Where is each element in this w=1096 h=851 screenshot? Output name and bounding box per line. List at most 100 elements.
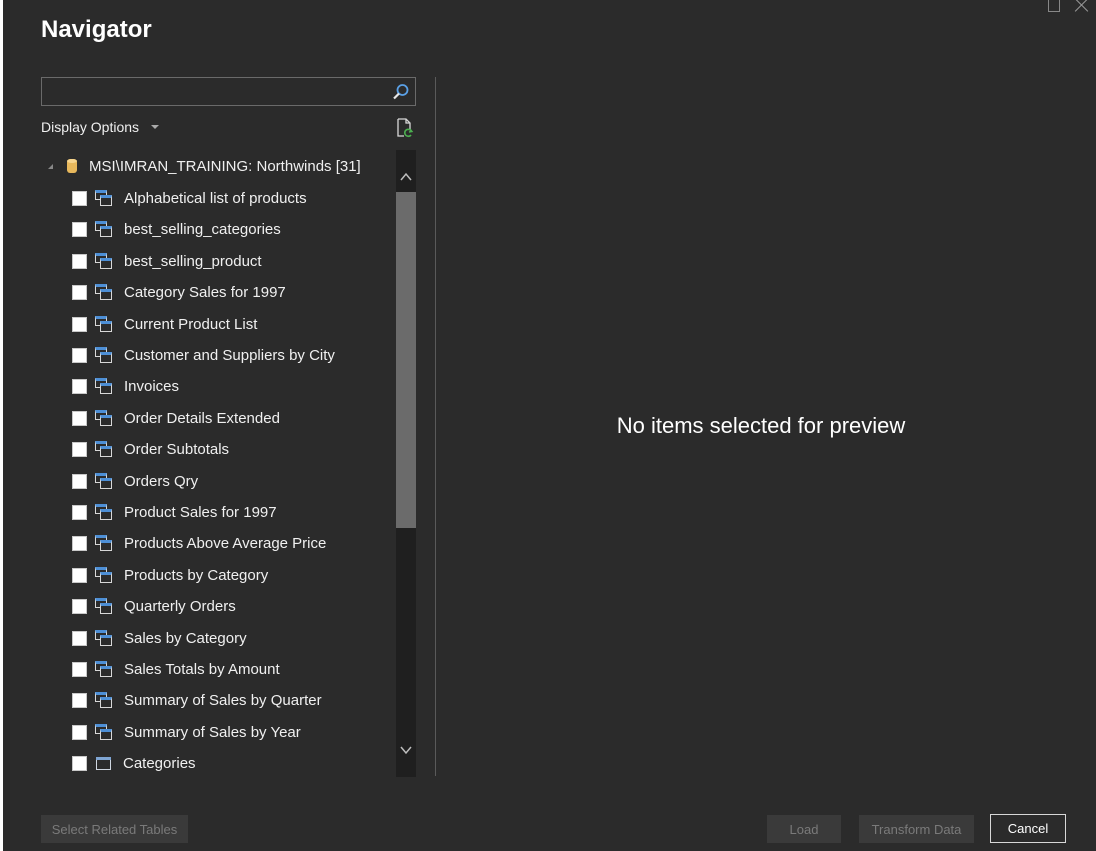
- scroll-up-icon[interactable]: [400, 172, 412, 182]
- window-edge: [0, 0, 3, 851]
- tree-item-label: Categories: [123, 754, 196, 772]
- view-icon: [95, 724, 112, 740]
- table-icon: [96, 756, 111, 770]
- view-icon: [95, 535, 112, 551]
- search-box[interactable]: [41, 77, 416, 106]
- maximize-button[interactable]: [1040, 0, 1068, 14]
- tree-scrollbar[interactable]: [396, 150, 416, 777]
- tree-item-label: best_selling_product: [124, 252, 262, 270]
- close-button[interactable]: [1068, 0, 1096, 14]
- view-icon: [95, 630, 112, 646]
- chevron-down-icon: [151, 125, 160, 129]
- dialog-title: Navigator: [41, 16, 152, 43]
- item-checkbox[interactable]: [72, 410, 87, 426]
- preview-empty-message: No items selected for preview: [616, 413, 906, 438]
- scrollbar-thumb[interactable]: [396, 192, 416, 528]
- item-checkbox[interactable]: [72, 221, 87, 237]
- database-icon: [67, 159, 77, 173]
- item-checkbox[interactable]: [72, 630, 87, 646]
- tree-item[interactable]: Summary of Sales by Year: [72, 720, 301, 744]
- item-checkbox[interactable]: [72, 535, 87, 551]
- tree-item[interactable]: Customer and Suppliers by City: [72, 343, 335, 367]
- view-icon: [95, 378, 112, 394]
- tree-item-label: Sales Totals by Amount: [124, 660, 280, 678]
- tree-item-label: best_selling_categories: [124, 220, 281, 238]
- cancel-button[interactable]: Cancel: [990, 814, 1066, 843]
- window-controls: [1040, 0, 1096, 14]
- item-checkbox[interactable]: [72, 504, 87, 520]
- tree-item-label: Product Sales for 1997: [124, 503, 277, 521]
- tree-item-label: Summary of Sales by Year: [124, 723, 301, 741]
- tree-item[interactable]: Sales Totals by Amount: [72, 657, 280, 681]
- view-icon: [95, 190, 112, 206]
- load-button[interactable]: Load: [767, 815, 841, 843]
- transform-data-button[interactable]: Transform Data: [859, 815, 974, 843]
- item-checkbox[interactable]: [72, 661, 87, 677]
- tree-item-label: Alphabetical list of products: [124, 189, 307, 207]
- tree-item[interactable]: best_selling_categories: [72, 217, 281, 241]
- tree-item[interactable]: best_selling_product: [72, 249, 262, 273]
- item-checkbox[interactable]: [72, 473, 87, 489]
- item-checkbox[interactable]: [72, 253, 87, 269]
- tree-item-label: Customer and Suppliers by City: [124, 346, 335, 364]
- search-icon[interactable]: [392, 83, 410, 101]
- tree-item[interactable]: Alphabetical list of products: [72, 186, 307, 210]
- view-icon: [95, 661, 112, 677]
- display-options-label: Display Options: [41, 119, 140, 135]
- item-checkbox[interactable]: [72, 567, 87, 583]
- tree-item[interactable]: Categories: [72, 751, 196, 775]
- tree-item[interactable]: Product Sales for 1997: [72, 500, 277, 524]
- navigator-tree: MSI\IMRAN_TRAINING: Northwinds [31] Alph…: [41, 150, 397, 777]
- view-icon: [95, 347, 112, 363]
- tree-item[interactable]: Quarterly Orders: [72, 594, 236, 618]
- tree-item[interactable]: Products by Category: [72, 563, 268, 587]
- view-icon: [95, 598, 112, 614]
- tree-item-label: Orders Qry: [124, 472, 199, 490]
- tree-item-label: Summary of Sales by Quarter: [124, 691, 322, 709]
- pane-divider: [435, 77, 436, 776]
- tree-item-label: Invoices: [124, 377, 180, 395]
- item-checkbox[interactable]: [72, 692, 87, 708]
- scroll-down-icon[interactable]: [400, 745, 412, 755]
- tree-root[interactable]: MSI\IMRAN_TRAINING: Northwinds [31]: [41, 156, 361, 176]
- item-checkbox[interactable]: [72, 755, 87, 771]
- tree-item-label: Category Sales for 1997: [124, 283, 286, 301]
- view-icon: [95, 221, 112, 237]
- view-icon: [95, 692, 112, 708]
- view-icon: [95, 253, 112, 269]
- search-input[interactable]: [42, 78, 382, 105]
- tree-item[interactable]: Products Above Average Price: [72, 531, 326, 555]
- view-icon: [95, 316, 112, 332]
- tree-item-label: Products Above Average Price: [124, 534, 327, 552]
- tree-item[interactable]: Category Sales for 1997: [72, 280, 286, 304]
- maximize-icon: [1048, 0, 1060, 12]
- select-related-tables-button[interactable]: Select Related Tables: [41, 815, 188, 843]
- item-checkbox[interactable]: [72, 378, 87, 394]
- tree-item-label: Products by Category: [124, 566, 269, 584]
- tree-item[interactable]: Order Details Extended: [72, 406, 280, 430]
- tree-item[interactable]: Summary of Sales by Quarter: [72, 688, 322, 712]
- tree-item-label: Quarterly Orders: [124, 597, 236, 615]
- item-checkbox[interactable]: [72, 347, 87, 363]
- view-icon: [95, 441, 112, 457]
- expand-arrow-icon[interactable]: [48, 163, 53, 169]
- item-checkbox[interactable]: [72, 316, 87, 332]
- view-icon: [95, 504, 112, 520]
- view-icon: [95, 567, 112, 583]
- tree-item[interactable]: Sales by Category: [72, 626, 247, 650]
- display-options-dropdown[interactable]: Display Options: [41, 119, 160, 135]
- item-checkbox[interactable]: [72, 724, 87, 740]
- close-icon: [1074, 0, 1090, 12]
- tree-item[interactable]: Current Product List: [72, 312, 257, 336]
- tree-item-label: Order Subtotals: [124, 440, 230, 458]
- item-checkbox[interactable]: [72, 190, 87, 206]
- item-checkbox[interactable]: [72, 441, 87, 457]
- tree-item-label: Current Product List: [124, 315, 258, 333]
- refresh-icon[interactable]: [396, 118, 414, 138]
- view-icon: [95, 473, 112, 489]
- item-checkbox[interactable]: [72, 284, 87, 300]
- item-checkbox[interactable]: [72, 598, 87, 614]
- tree-item[interactable]: Order Subtotals: [72, 437, 229, 461]
- tree-item[interactable]: Orders Qry: [72, 469, 198, 493]
- tree-item[interactable]: Invoices: [72, 374, 179, 398]
